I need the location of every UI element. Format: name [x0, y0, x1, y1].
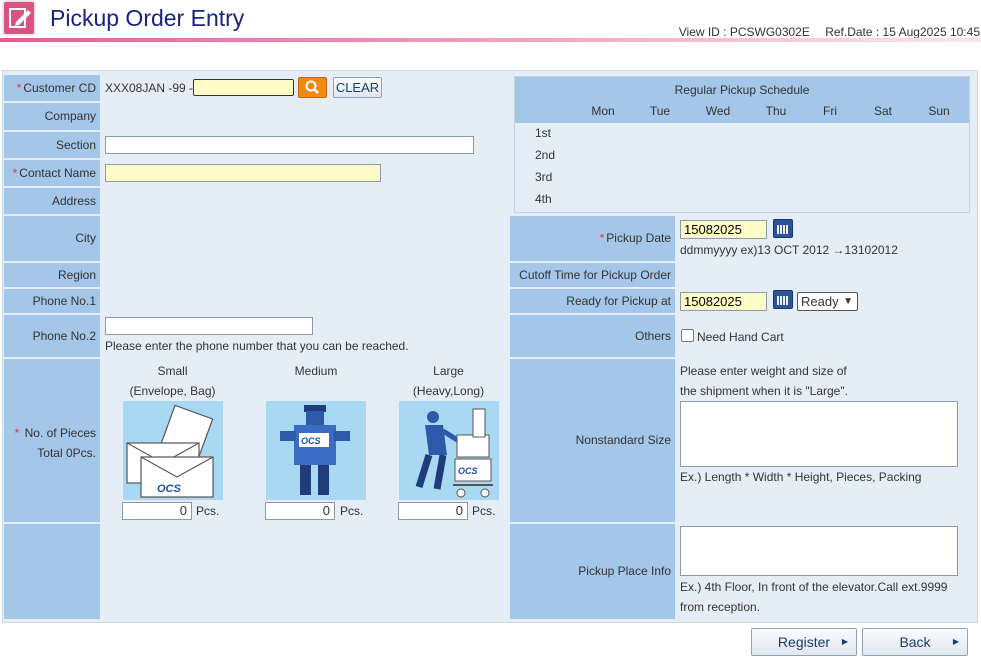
small-envelope-illustration: OCS — [123, 401, 223, 500]
cutoff-value — [677, 263, 976, 287]
phone1-label: Phone No.1 — [4, 289, 100, 313]
small-title: Small — [157, 364, 188, 378]
company-label: Company — [4, 103, 100, 130]
nonstandard-label: Nonstandard Size — [510, 359, 675, 522]
nonstandard-hint-1: Please enter weight and size of — [680, 364, 847, 378]
day-sun: Sun — [928, 104, 950, 118]
nonstandard-textarea[interactable] — [680, 401, 958, 467]
week-1st: 1st — [535, 126, 552, 140]
view-id: View ID : PCSWG0302E — [678, 25, 810, 39]
phone2-label: Phone No.2 — [4, 315, 100, 357]
day-sat: Sat — [873, 104, 892, 118]
ready-select-value: Ready — [801, 294, 839, 309]
clear-button[interactable]: CLEAR — [333, 77, 382, 98]
pickup-place-example-1: Ex.) 4th Floor, In front of the elevator… — [680, 580, 948, 594]
customer-cd-input[interactable] — [193, 79, 294, 96]
schedule-title: Regular Pickup Schedule — [674, 83, 810, 97]
phone2-hint: Please enter the phone number that you c… — [105, 339, 409, 353]
pickup-date-calendar-icon[interactable] — [773, 219, 793, 238]
nonstandard-hint-2: the shipment when it is "Large". — [680, 384, 848, 398]
pickup-date-hint: ddmmyyyy ex)13 OCT 2012 →13102012 — [680, 243, 898, 257]
customer-cd-prefix: XXX08JAN -99 - — [105, 81, 194, 95]
others-label: Others — [510, 315, 675, 357]
empty-label-cell — [4, 524, 100, 619]
week-4th: 4th — [535, 192, 552, 206]
company-value — [102, 103, 508, 130]
schedule-header: Regular Pickup Schedule Mon Tue Wed Thu … — [515, 77, 969, 123]
nonstandard-example: Ex.) Length * Width * Height, Pieces, Pa… — [680, 470, 922, 484]
day-fri: Fri — [823, 104, 837, 118]
pickup-date-label: * Pickup Date — [510, 216, 675, 261]
cutoff-label: Cutoff Time for Pickup Order — [510, 263, 675, 287]
ocs-logo-medium: OCS — [301, 436, 321, 446]
arrow-right-icon: ▶ — [841, 637, 848, 646]
pieces-total: Total 0Pcs. — [37, 446, 96, 460]
ref-date: Ref.Date : 15 Aug2025 10:45 — [825, 25, 980, 39]
small-count-input[interactable]: 0 — [122, 502, 192, 520]
day-mon: Mon — [591, 104, 615, 118]
medium-title: Medium — [294, 364, 338, 378]
address-value — [102, 188, 508, 214]
large-subtitle: (Heavy,Long) — [412, 384, 485, 398]
medium-box-person-illustration: OCS — [266, 401, 366, 500]
empty-cell-2 — [245, 524, 387, 619]
others-cell: Need Hand Cart — [677, 315, 976, 357]
region-label: Region — [4, 263, 100, 287]
contact-name-label: * Contact Name — [4, 160, 100, 186]
pickup-place-label: Pickup Place Info — [510, 524, 675, 619]
ready-date-input[interactable] — [680, 292, 767, 311]
medium-unit: Pcs. — [340, 504, 364, 518]
phone1-value — [102, 289, 508, 313]
pickup-place-example-2: from reception. — [680, 600, 761, 614]
page-title: Pickup Order Entry — [50, 5, 245, 31]
contact-name-input[interactable] — [105, 164, 381, 182]
empty-cell-3 — [389, 524, 508, 619]
section-input[interactable] — [105, 136, 474, 154]
pickup-date-input[interactable] — [680, 220, 767, 239]
register-button[interactable]: Register ▶ — [751, 628, 857, 656]
medium-count-input[interactable]: 0 — [265, 502, 335, 520]
city-value — [102, 216, 508, 261]
day-tue: Tue — [649, 104, 671, 118]
regular-pickup-schedule: Regular Pickup Schedule Mon Tue Wed Thu … — [514, 76, 970, 213]
search-icon — [305, 80, 319, 94]
region-value — [102, 263, 508, 287]
week-3rd: 3rd — [535, 170, 553, 184]
ready-select[interactable]: Ready ▼ — [797, 292, 858, 311]
ocs-logo-large: OCS — [458, 466, 478, 476]
header-divider — [0, 38, 981, 42]
large-unit: Pcs. — [472, 504, 496, 518]
empty-cell-1 — [102, 524, 243, 619]
page-header: Pickup Order Entry View ID : PCSWG0302E … — [0, 0, 981, 44]
day-wed: Wed — [705, 104, 731, 118]
phone2-input[interactable] — [105, 317, 313, 335]
small-subtitle: (Envelope, Bag) — [129, 384, 216, 398]
edit-form-icon — [2, 0, 36, 36]
hand-cart-label: Need Hand Cart — [697, 330, 784, 344]
pieces-label: * No. of Pieces Total 0Pcs. — [4, 359, 100, 522]
pickup-place-textarea[interactable] — [680, 526, 958, 576]
address-label: Address — [4, 188, 100, 214]
week-2nd: 2nd — [535, 148, 556, 162]
ready-date-calendar-icon[interactable] — [773, 290, 793, 309]
large-title: Large — [433, 364, 464, 378]
hand-cart-checkbox[interactable] — [681, 329, 694, 342]
day-thu: Thu — [765, 104, 787, 118]
chevron-down-icon: ▼ — [843, 296, 853, 307]
back-button[interactable]: Back ▶ — [862, 628, 968, 656]
large-count-input[interactable]: 0 — [398, 502, 468, 520]
ocs-logo-small: OCS — [157, 483, 182, 495]
ready-label: Ready for Pickup at — [510, 289, 675, 313]
small-unit: Pcs. — [196, 504, 220, 518]
customer-cd-label: * Customer CD — [4, 75, 100, 101]
large-cart-illustration: OCS — [399, 401, 499, 500]
city-label: City — [4, 216, 100, 261]
header-meta: View ID : PCSWG0302E Ref.Date : 15 Aug20… — [679, 25, 980, 39]
search-button[interactable] — [298, 77, 327, 98]
arrow-right-icon: ▶ — [952, 637, 959, 646]
section-label: Section — [4, 132, 100, 158]
